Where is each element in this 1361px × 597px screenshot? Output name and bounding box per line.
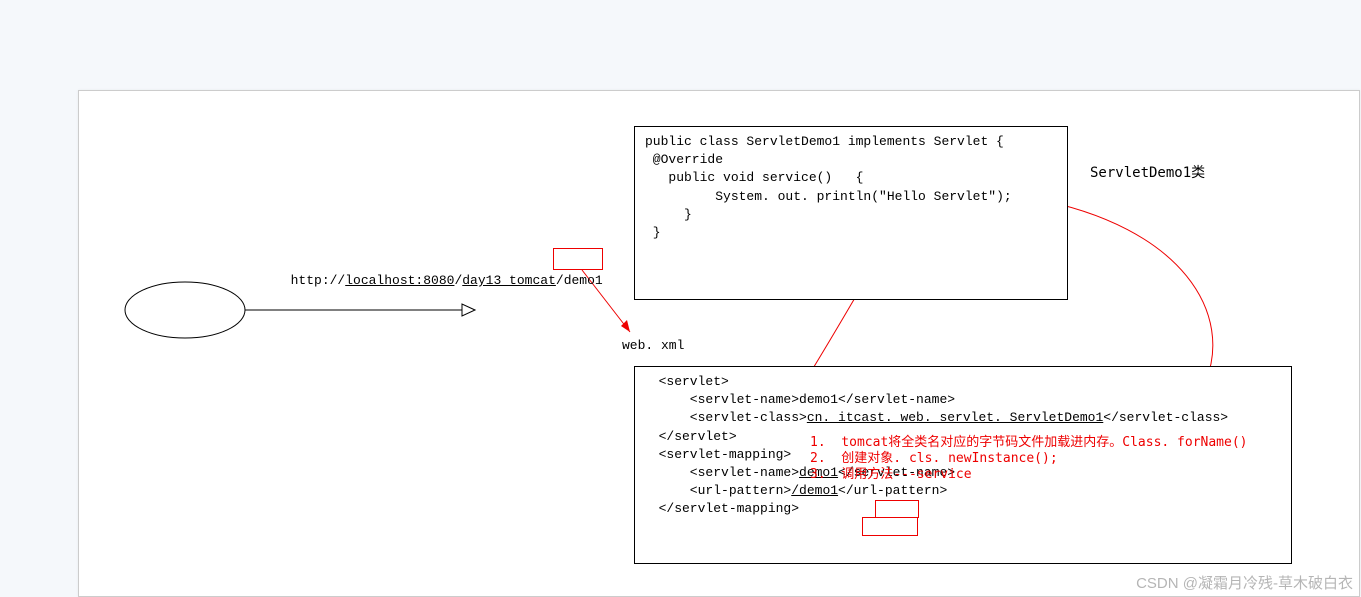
xml-l8a: <url-pattern>: [643, 483, 791, 498]
code-l4: public void service() {: [645, 169, 1057, 187]
code-l3: @Override: [645, 151, 1057, 169]
mapping-name-highlight: [875, 500, 919, 518]
url-path1: day13_tomcat: [462, 273, 556, 288]
xml-l2: <servlet-name>demo1</servlet-name>: [643, 391, 1283, 409]
code-l6: }: [645, 206, 1057, 224]
xml-l8b: /demo1: [791, 483, 838, 498]
class-label: ServletDemo1类: [1090, 162, 1205, 182]
url-sep2: /: [556, 273, 564, 288]
xml-l8: <url-pattern>/demo1</url-pattern>: [643, 482, 1283, 500]
webxml-label: web. xml: [622, 337, 684, 355]
xml-l8c: </url-pattern>: [838, 483, 947, 498]
xml-l3a: <servlet-class>: [643, 410, 807, 425]
xml-l7a: <servlet-name>: [643, 465, 799, 480]
xml-l3: <servlet-class>cn. itcast. web. servlet.…: [643, 409, 1283, 427]
url-pattern-highlight: [862, 517, 918, 536]
code-l5b: "Hello Servlet");: [879, 189, 1012, 204]
xml-l3b: cn. itcast. web. servlet. ServletDemo1: [807, 410, 1103, 425]
url-host: localhost:8080: [345, 273, 454, 288]
url-demo1-highlight: [553, 248, 603, 270]
xml-l9: </servlet-mapping>: [643, 500, 1283, 518]
xml-l3c: </servlet-class>: [1103, 410, 1228, 425]
servlet-code-box: public class ServletDemo1 implements Ser…: [634, 126, 1068, 300]
code-l5: System. out. println("Hello Servlet");: [645, 188, 1057, 206]
xml-l1: <servlet>: [643, 373, 1283, 391]
code-l5a: System. out. println(: [645, 189, 879, 204]
code-l1: public class ServletDemo1 implements Ser…: [645, 133, 1057, 151]
note3: 3. 调用方法---service: [810, 466, 972, 484]
code-l8: }: [645, 224, 1057, 242]
url-prefix: http://: [291, 273, 346, 288]
url-path2: demo1: [564, 273, 603, 288]
